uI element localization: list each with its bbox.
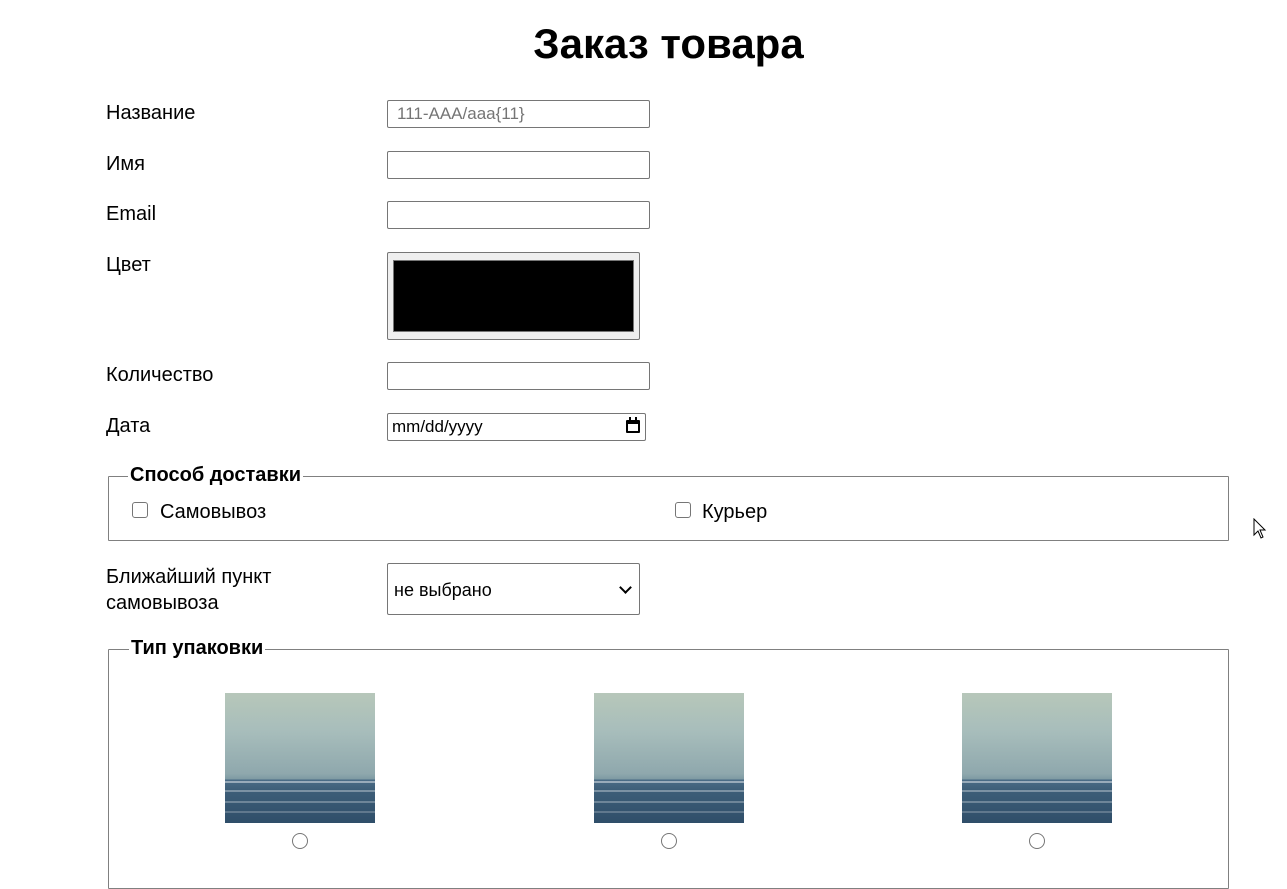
email-label: Email (106, 203, 157, 225)
courier-checkbox[interactable] (675, 502, 691, 518)
delivery-legend: Способ доставки (128, 463, 304, 487)
color-label: Цвет (106, 254, 151, 276)
name-label: Название (106, 102, 196, 124)
quantity-label: Количество (106, 364, 214, 386)
person-input[interactable] (387, 151, 650, 179)
date-input[interactable]: mm/dd/yyyy (387, 413, 646, 441)
pickup-point-label: Ближайший пункт самовывоза (106, 564, 271, 616)
packaging-legend: Тип упаковки (129, 636, 266, 660)
packaging-radio-2[interactable] (661, 833, 677, 849)
packaging-option (594, 693, 744, 849)
email-input[interactable] (387, 201, 650, 229)
date-placeholder: mm/dd/yyyy (392, 417, 483, 436)
color-swatch (393, 260, 634, 332)
pickup-point-selected: не выбрано (394, 580, 492, 600)
sea-photo[interactable] (225, 693, 375, 823)
pickup-checkbox[interactable] (132, 502, 148, 518)
pickup-point-label-line2: самовывоза (106, 592, 219, 614)
pickup-point-select[interactable]: не выбрано (387, 563, 640, 615)
pickup-checkbox-label[interactable]: Самовывоз (160, 500, 266, 524)
quantity-input[interactable] (387, 362, 650, 390)
packaging-radio-1[interactable] (292, 833, 308, 849)
mouse-cursor-icon (1253, 518, 1267, 539)
sea-photo[interactable] (962, 693, 1112, 823)
page-title: Заказ товара (533, 20, 804, 67)
delivery-fieldset: Способ доставки Самовывоз Курьер (108, 463, 1229, 541)
courier-checkbox-label[interactable]: Курьер (702, 500, 767, 524)
calendar-icon[interactable] (626, 417, 640, 433)
sea-photo[interactable] (594, 693, 744, 823)
date-label: Дата (106, 415, 151, 437)
person-label: Имя (106, 153, 145, 175)
chevron-down-icon (619, 581, 632, 594)
color-picker[interactable] (387, 252, 640, 340)
name-input[interactable]: 111-AAA/aaa{11} (387, 100, 650, 128)
pickup-point-label-line1: Ближайший пункт (106, 566, 272, 588)
packaging-option (962, 693, 1112, 849)
packaging-option (225, 693, 375, 849)
packaging-radio-3[interactable] (1029, 833, 1045, 849)
